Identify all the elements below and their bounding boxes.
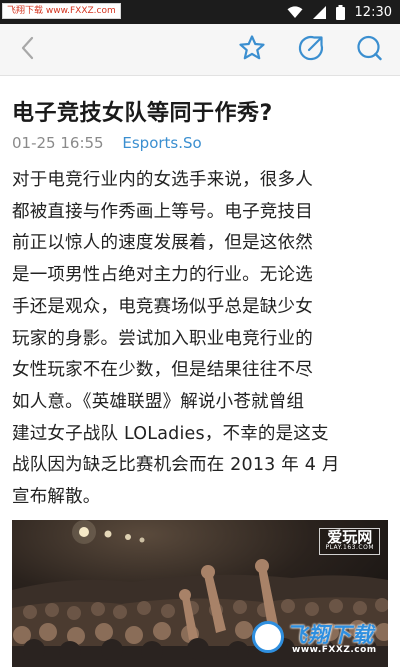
status-bar: 飞翔下载 www.FXXZ.com 12:30 <box>0 0 400 24</box>
article-photo[interactable]: 爱玩网 PLAY.163.COM 飞翔下载 www.FXXZ.com <box>12 520 388 667</box>
article-body: 对于电竞行业内的女选手来说，很多人 都被直接与作秀画上等号。电子竞技目 前正以惊… <box>12 165 390 514</box>
body-line: 建过女子战队 LOLadies，不幸的是这支 <box>12 423 329 444</box>
share-icon <box>297 34 325 66</box>
signal-icon <box>312 5 326 19</box>
battery-icon <box>335 4 345 20</box>
article-source-link[interactable]: Esports.So <box>122 134 201 152</box>
site-logo-icon <box>252 621 284 653</box>
back-arrow-icon <box>20 36 36 64</box>
share-button[interactable] <box>295 34 327 66</box>
site-watermark-url: www.FXXZ.com <box>292 645 377 655</box>
status-clock: 12:30 <box>354 4 392 20</box>
top-toolbar <box>0 24 400 76</box>
body-line: 玩家的身影。尝试加入职业电竞行业的 <box>12 328 313 349</box>
body-line: 对于电竞行业内的女选手来说，很多人 <box>12 170 313 190</box>
photo-logo-sub: PLAY.163.COM <box>325 544 374 551</box>
article-time: 01-25 16:55 <box>12 134 104 152</box>
body-line: 前正以惊人的速度发展着，但是这依然 <box>12 233 313 254</box>
comment-icon <box>355 34 383 66</box>
body-line: 战队因为缺乏比赛机会而在 2013 年 4 月 <box>12 455 340 476</box>
status-icons: 12:30 <box>287 0 392 24</box>
article-meta: 01-25 16:55 Esports.So <box>12 134 202 152</box>
body-line: 宣布解散。 <box>12 487 101 508</box>
body-line: 都被直接与作秀画上等号。电子竞技目 <box>12 201 313 222</box>
body-line: 女性玩家不在少数，但是结果往往不尽 <box>12 360 313 381</box>
watermark-badge: 飞翔下载 www.FXXZ.com <box>2 3 121 19</box>
back-button[interactable] <box>12 34 44 66</box>
body-line: 手还是观众，电竞赛场似乎总是缺少女 <box>12 296 313 317</box>
favorite-button[interactable] <box>236 34 268 66</box>
article-title: 电子竞技女队等同于作秀? <box>12 101 273 126</box>
photo-logo: 爱玩网 PLAY.163.COM <box>319 528 380 555</box>
wifi-icon <box>287 5 303 19</box>
site-watermark: 飞翔下载 www.FXXZ.com <box>252 617 380 659</box>
comment-button[interactable] <box>353 34 385 66</box>
star-icon <box>238 34 266 66</box>
body-line: 是一项男性占绝对主力的行业。无论选 <box>12 265 313 286</box>
body-line: 如人意。《英雄联盟》解说小苍就曾组 <box>12 391 305 412</box>
